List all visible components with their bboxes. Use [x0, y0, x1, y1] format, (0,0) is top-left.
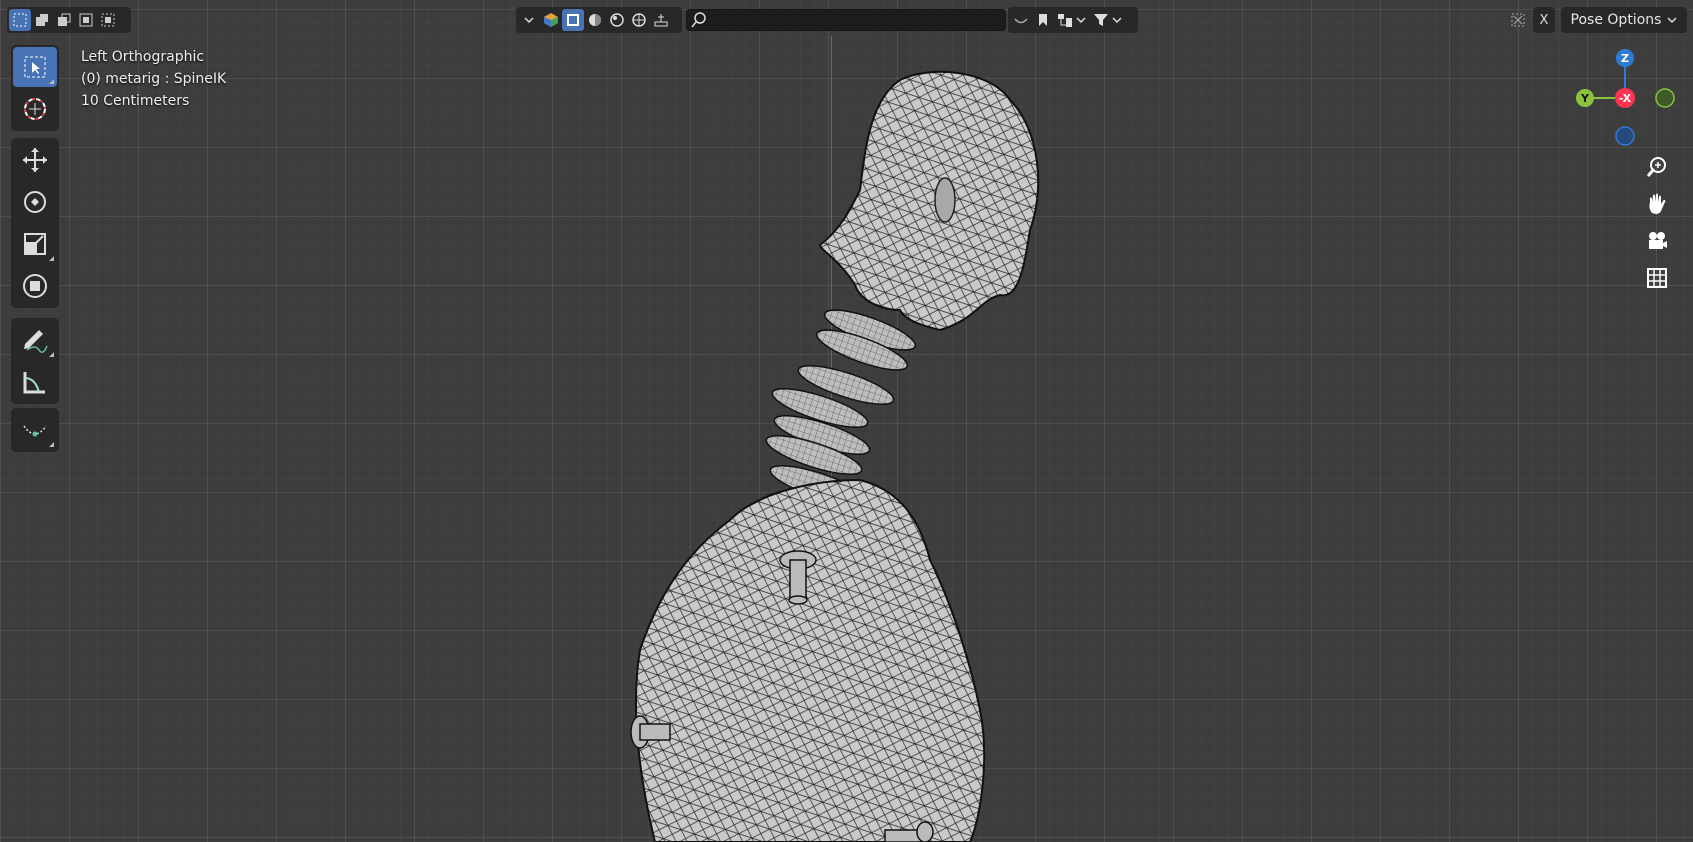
- rendered-shading-icon[interactable]: [628, 9, 650, 31]
- filter-icon[interactable]: [1090, 9, 1126, 31]
- pose-library-icon[interactable]: [650, 9, 672, 31]
- material-preview-icon[interactable]: [606, 9, 628, 31]
- select-box-icon[interactable]: [9, 9, 31, 31]
- move-tool[interactable]: [13, 140, 57, 180]
- annotate-pencil-icon: [24, 330, 48, 353]
- object-info: (0) metarig : SpineIK: [81, 71, 227, 87]
- move-icon: [23, 148, 47, 172]
- cursor-tool[interactable]: [13, 89, 57, 129]
- relax-curve-icon: [23, 425, 47, 437]
- wireframe-character-mesh[interactable]: [600, 60, 1100, 842]
- scale-label: 10 Centimeters: [81, 93, 190, 109]
- viewport-header: X Pose Options: [0, 0, 1693, 38]
- select-subtract-icon[interactable]: [53, 9, 75, 31]
- navigation-gizmo[interactable]: Z Y -X: [1570, 48, 1680, 150]
- rotate-tool[interactable]: [13, 182, 57, 222]
- y-axis-label: Y: [1580, 92, 1590, 105]
- solid-shading-icon[interactable]: [584, 9, 606, 31]
- z-axis-label: Z: [1621, 52, 1629, 65]
- zoom-view-button[interactable]: [1641, 151, 1673, 183]
- relax-tool[interactable]: [13, 410, 57, 450]
- select-tool[interactable]: [13, 47, 57, 87]
- scale-tool[interactable]: [13, 224, 57, 264]
- annotate-tool[interactable]: [13, 320, 57, 360]
- select-intersect-icon[interactable]: [97, 9, 119, 31]
- 3d-viewport[interactable]: [0, 0, 1693, 842]
- toolbar-relax-group: [11, 408, 59, 452]
- arc-icon[interactable]: [1010, 9, 1032, 31]
- neg-y-axis-handle[interactable]: [1655, 88, 1675, 108]
- search-icon: [690, 11, 708, 29]
- head-mesh: [818, 70, 1040, 332]
- object-type-visibility-icon[interactable]: [540, 9, 562, 31]
- chevron-down-icon: [1667, 17, 1677, 24]
- select-invert-icon[interactable]: [75, 9, 97, 31]
- zoom-icon: [1646, 157, 1666, 177]
- bookmark-icon[interactable]: [1032, 9, 1054, 31]
- chevron-down-icon[interactable]: [518, 9, 540, 31]
- measure-tool[interactable]: [13, 362, 57, 402]
- viewport-info-overlay: Left Orthographic (0) metarig : SpineIK …: [81, 46, 226, 112]
- hand-icon: [1649, 193, 1666, 214]
- scale-icon: [24, 233, 46, 255]
- select-cursor-icon: [24, 56, 46, 78]
- filter-group: [1008, 7, 1138, 33]
- measure-ruler-icon: [23, 372, 45, 394]
- hierarchy-dropdown-icon[interactable]: [1054, 9, 1090, 31]
- neg-x-axis-label: -X: [1619, 92, 1632, 105]
- toggle-perspective-button[interactable]: [1641, 262, 1673, 294]
- camera-icon: [1649, 232, 1667, 249]
- toolbar-transform-group: [11, 138, 59, 308]
- select-mode-group: [7, 7, 131, 33]
- transform-tool[interactable]: [13, 266, 57, 306]
- rotate-icon: [24, 191, 46, 213]
- 3d-cursor-icon: [24, 98, 46, 120]
- grid-icon: [1647, 268, 1667, 288]
- torso-mesh: [634, 478, 986, 842]
- pose-options-label: Pose Options: [1570, 12, 1662, 28]
- pose-options-dropdown[interactable]: Pose Options: [1561, 7, 1687, 33]
- neg-z-axis-handle[interactable]: [1615, 126, 1635, 146]
- select-extend-icon[interactable]: [31, 9, 53, 31]
- view-name: Left Orthographic: [81, 49, 205, 65]
- wireframe-shading-icon[interactable]: [562, 9, 584, 31]
- toolbar-select-group: [11, 45, 59, 131]
- camera-view-button[interactable]: [1641, 225, 1673, 257]
- pan-view-button[interactable]: [1641, 188, 1673, 220]
- transform-icon: [23, 274, 47, 298]
- xray-toggle-button[interactable]: X: [1533, 7, 1555, 33]
- toolbar-annotate-group: [11, 318, 59, 404]
- search-input[interactable]: [686, 9, 1006, 31]
- shading-group: [516, 7, 682, 33]
- xray-icon[interactable]: [1506, 9, 1530, 31]
